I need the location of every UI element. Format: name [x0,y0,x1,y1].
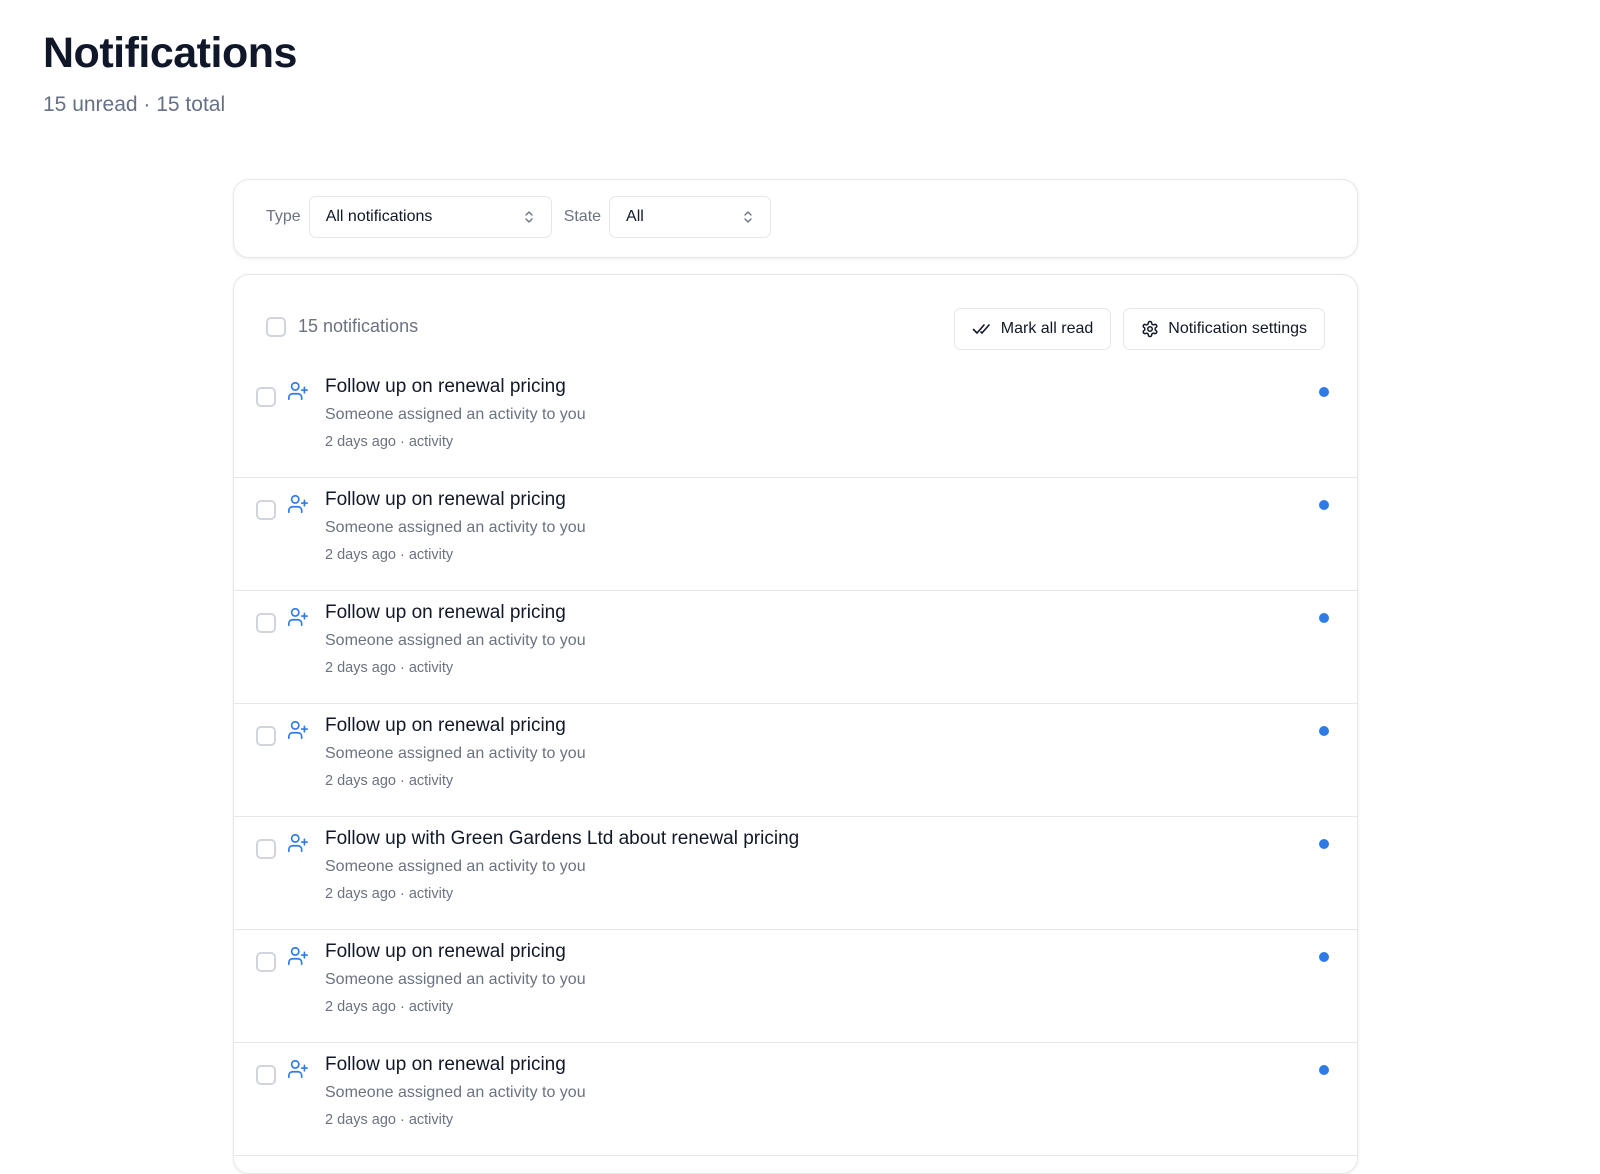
notification-description: Someone assigned an activity to you [325,971,586,988]
state-filter-label: State [563,208,602,225]
notification-description: Someone assigned an activity to you [325,519,586,536]
double-check-icon [972,324,990,334]
row-checkbox[interactable] [256,1065,276,1085]
notification-settings-label: Notification settings [1168,320,1307,337]
type-select-value: All notifications [325,208,433,225]
row-checkbox[interactable] [256,387,276,407]
notification-row[interactable]: Follow up on renewal pricing Someone ass… [234,930,1357,1043]
user-plus-icon [288,833,308,853]
unread-indicator [1319,952,1329,962]
chevron-up-down-icon [524,211,533,223]
unread-indicator [1319,839,1329,849]
notification-meta: 2 days ago · activity [325,434,454,450]
notification-title: Follow up on renewal pricing [325,489,566,510]
notification-meta: 2 days ago · activity [325,547,454,563]
row-checkbox[interactable] [256,500,276,520]
unread-indicator [1319,726,1329,736]
mark-all-read-button[interactable]: Mark all read [953,308,1112,350]
user-plus-icon [288,607,308,627]
filter-bar: Type All notifications State All [233,179,1358,258]
notification-list-card: 15 notifications Mark all read Notificat… [233,274,1358,1174]
filter-row: Type All notifications State All [266,196,772,238]
row-checkbox[interactable] [256,839,276,859]
notification-rows: Follow up on renewal pricing Someone ass… [234,365,1357,1156]
notification-title: Follow up on renewal pricing [325,715,566,736]
notification-row[interactable]: Follow up with Green Gardens Ltd about r… [234,817,1357,930]
notification-meta: 2 days ago · activity [325,660,454,676]
unread-indicator [1319,500,1329,510]
notification-title: Follow up with Green Gardens Ltd about r… [325,828,800,849]
notification-title: Follow up on renewal pricing [325,376,566,397]
type-select[interactable]: All notifications [308,196,552,238]
row-checkbox[interactable] [256,952,276,972]
notification-row[interactable]: Follow up on renewal pricing Someone ass… [234,365,1357,478]
list-header: 15 notifications Mark all read Notificat… [266,308,1325,350]
unread-indicator [1319,613,1329,623]
notification-description: Someone assigned an activity to you [325,858,586,875]
notification-meta: 2 days ago · activity [325,886,454,902]
notification-row[interactable]: Follow up on renewal pricing Someone ass… [234,478,1357,591]
notification-title: Follow up on renewal pricing [325,602,566,623]
header-actions: Mark all read Notification settings [953,308,1325,350]
notification-title: Follow up on renewal pricing [325,941,566,962]
user-plus-icon [288,946,308,966]
type-filter-label: Type [266,208,301,225]
unread-indicator [1319,1065,1329,1075]
state-select[interactable]: All [609,196,772,238]
user-plus-icon [288,381,308,401]
notification-count: 15 notifications [298,315,419,336]
notification-meta: 2 days ago · activity [325,1112,454,1128]
unread-indicator [1319,387,1329,397]
notification-meta: 2 days ago · activity [325,999,454,1015]
chevron-up-down-icon [744,211,752,223]
notification-description: Someone assigned an activity to you [325,406,586,423]
row-checkbox[interactable] [256,726,276,746]
select-all-checkbox[interactable] [266,317,286,337]
notification-description: Someone assigned an activity to you [325,1084,586,1101]
page-subtitle: 15 unread · 15 total [43,93,226,116]
row-checkbox[interactable] [256,613,276,633]
notification-description: Someone assigned an activity to you [325,632,586,649]
notification-row[interactable]: Follow up on renewal pricing Someone ass… [234,1043,1357,1156]
page-title: Notifications [43,29,297,77]
notification-row[interactable]: Follow up on renewal pricing Someone ass… [234,704,1357,817]
notification-settings-button[interactable]: Notification settings [1123,308,1325,350]
mark-all-read-label: Mark all read [1000,320,1094,337]
notification-description: Someone assigned an activity to you [325,745,586,762]
gear-icon [1142,320,1158,338]
notification-row[interactable]: Follow up on renewal pricing Someone ass… [234,591,1357,704]
notification-meta: 2 days ago · activity [325,773,454,789]
user-plus-icon [288,720,308,740]
user-plus-icon [288,494,308,514]
state-select-value: All [626,208,644,225]
notification-title: Follow up on renewal pricing [325,1054,566,1075]
user-plus-icon [288,1059,308,1079]
